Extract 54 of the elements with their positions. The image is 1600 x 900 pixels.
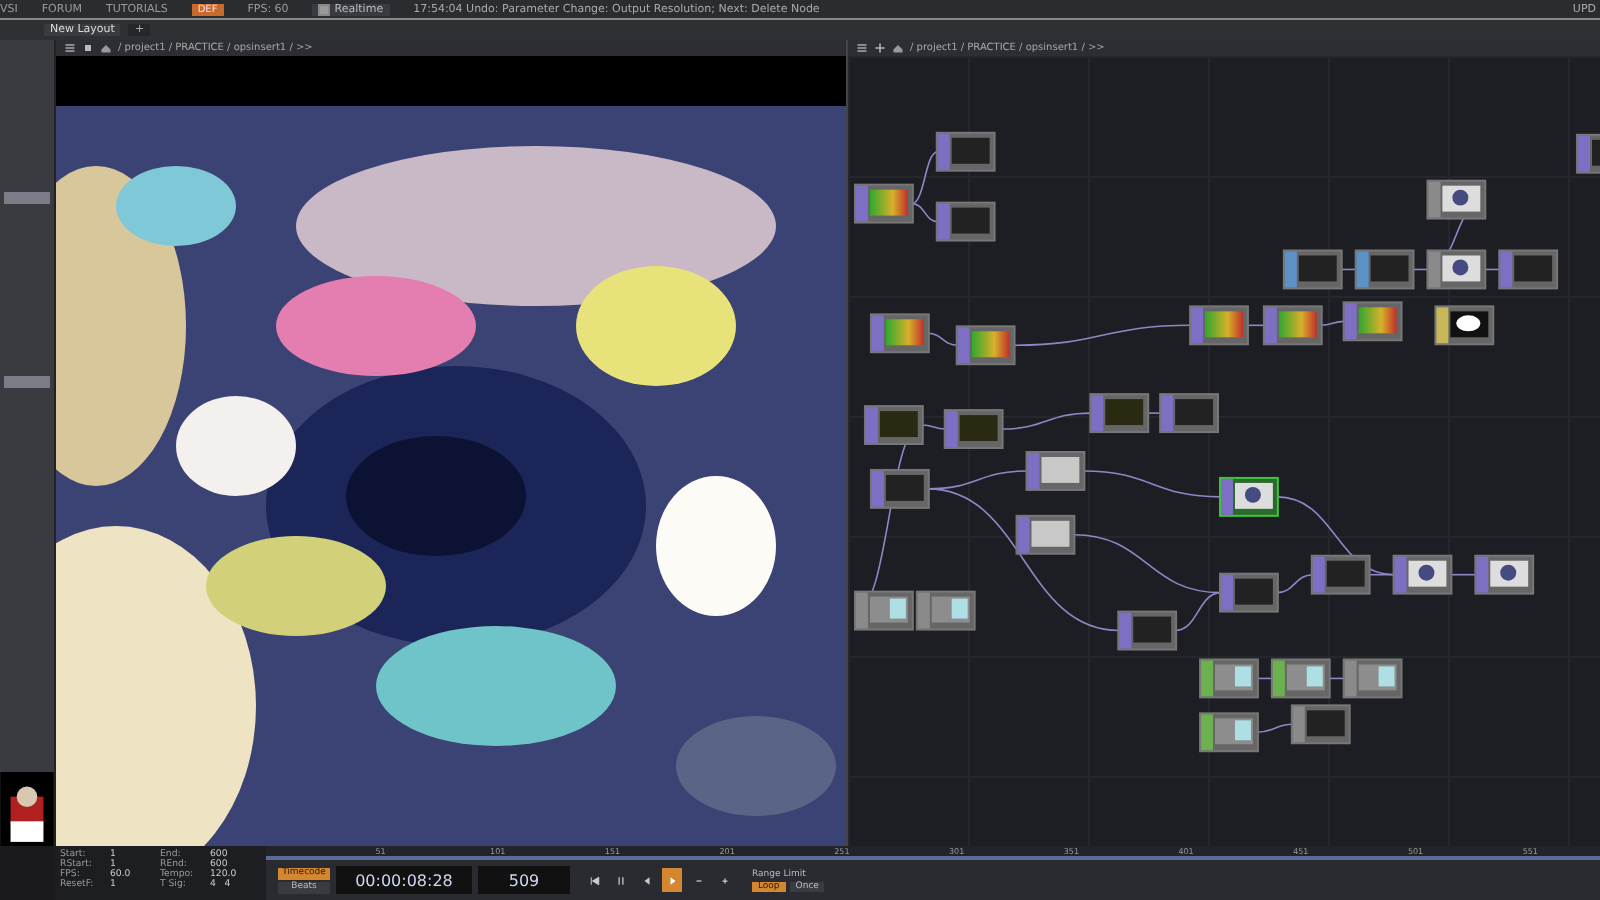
avatar-icon [0, 772, 54, 846]
operator-node[interactable] [1290, 704, 1351, 745]
operator-node[interactable] [869, 313, 930, 354]
plus-icon [719, 875, 729, 885]
operator-node[interactable] [1159, 393, 1219, 434]
operator-node[interactable] [955, 325, 1016, 366]
operator-node[interactable] [1262, 305, 1323, 346]
plus-icon[interactable] [874, 42, 886, 54]
operator-node[interactable] [1426, 249, 1487, 290]
operator-node[interactable] [1498, 249, 1559, 290]
operator-node[interactable] [1354, 249, 1415, 290]
skip-back-icon [589, 875, 599, 885]
connection-wire [927, 332, 959, 347]
operator-node[interactable] [1089, 393, 1150, 434]
operator-node[interactable] [935, 131, 996, 172]
connection-wire [1256, 723, 1294, 734]
operator-node[interactable] [1199, 712, 1259, 753]
operator-node[interactable] [935, 201, 996, 242]
operator-node[interactable] [1219, 476, 1279, 517]
frame-display[interactable]: 509 [478, 866, 570, 894]
operator-node[interactable] [915, 590, 976, 631]
operator-node[interactable] [1189, 305, 1249, 346]
connection-wire [1449, 573, 1478, 576]
operator-node[interactable] [1434, 305, 1495, 346]
operator-node[interactable] [1474, 554, 1535, 595]
connection-wire [1000, 412, 1093, 430]
connection-wire [1319, 320, 1346, 327]
operator-node[interactable] [1025, 451, 1086, 491]
operator-node[interactable] [1015, 514, 1076, 555]
menu-icon[interactable] [856, 42, 868, 54]
operator-node[interactable] [1576, 133, 1600, 174]
operator-node[interactable] [854, 183, 914, 224]
square-icon[interactable] [82, 42, 94, 54]
operator-node[interactable] [943, 409, 1004, 449]
play-icon [667, 875, 677, 885]
operator-node[interactable] [1282, 249, 1343, 290]
operator-node[interactable] [1117, 610, 1178, 651]
timecode-display[interactable]: 00:00:08:28 [336, 866, 472, 894]
operator-node[interactable] [1342, 658, 1403, 699]
operator-node[interactable] [1310, 554, 1371, 595]
operator-node[interactable] [1219, 572, 1279, 613]
minus-icon [693, 875, 703, 885]
menu-icon[interactable] [64, 42, 76, 54]
operator-node[interactable] [1392, 554, 1453, 595]
operator-node[interactable] [854, 590, 914, 631]
connection-wire [1146, 412, 1162, 414]
pause-icon [615, 875, 625, 885]
operator-node[interactable] [1342, 301, 1403, 342]
operator-node[interactable] [1199, 658, 1259, 699]
operator-node[interactable] [863, 405, 924, 445]
operator-node[interactable] [869, 468, 930, 509]
operator-node[interactable] [1426, 179, 1487, 220]
operator-node[interactable] [1270, 658, 1331, 699]
play-back-icon [641, 875, 651, 885]
